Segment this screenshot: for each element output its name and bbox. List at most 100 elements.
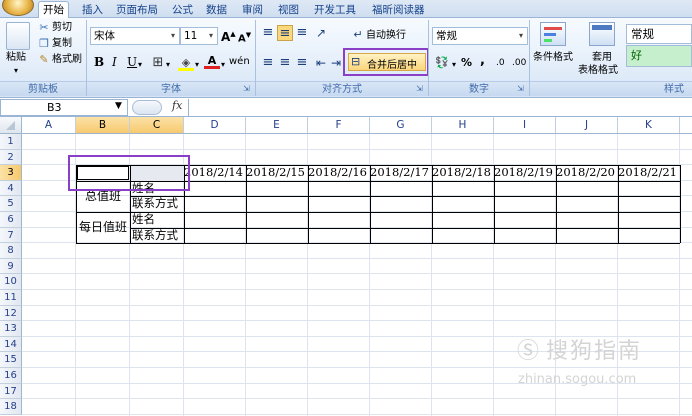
cell-F3[interactable]: 2018/2/16 — [308, 165, 367, 181]
column-header-H[interactable]: H — [432, 117, 494, 134]
font-name-select[interactable]: 宋体 — [90, 27, 180, 45]
tab-insert[interactable]: 插入 — [78, 2, 107, 18]
bold-button[interactable]: B — [94, 55, 104, 69]
row-header-11[interactable]: 11 — [0, 290, 22, 306]
increase-indent-icon[interactable]: ⇥ — [328, 55, 344, 71]
fill-color-icon[interactable]: ◈ — [178, 55, 194, 71]
decrease-decimal-button[interactable]: .00 — [512, 56, 526, 70]
fill-color-dropdown-icon[interactable]: ▾ — [195, 58, 199, 72]
office-button[interactable] — [2, 0, 34, 16]
row-header-18[interactable]: 18 — [0, 399, 22, 415]
column-header-I[interactable]: I — [494, 117, 556, 134]
cell-C7[interactable]: 联系方式 — [132, 228, 183, 244]
increase-decimal-button[interactable]: .0 — [496, 56, 505, 70]
shrink-font-button[interactable]: A▼ — [238, 28, 251, 46]
row-header-14[interactable]: 14 — [0, 336, 22, 353]
underline-button[interactable]: U — [127, 55, 137, 69]
tab-page-layout[interactable]: 页面布局 — [112, 2, 162, 18]
align-center-icon[interactable]: ≡ — [277, 55, 293, 71]
column-header-B[interactable]: B — [76, 117, 130, 134]
row-header-3[interactable]: 3 — [0, 165, 22, 181]
row-header-8[interactable]: 8 — [0, 243, 22, 259]
align-top-icon[interactable]: ≡ — [260, 25, 276, 41]
underline-dropdown-icon[interactable]: ▾ — [138, 58, 142, 72]
decrease-indent-icon[interactable]: ⇤ — [313, 55, 329, 71]
tab-home[interactable]: 开始 — [38, 1, 69, 19]
format-painter-button[interactable]: 格式刷 — [52, 53, 82, 67]
row-header-6[interactable]: 6 — [0, 212, 22, 228]
borders-dropdown-icon[interactable]: ▾ — [166, 58, 170, 72]
cell-D3[interactable]: 2018/2/14 — [184, 165, 243, 181]
formula-input[interactable] — [188, 99, 692, 116]
cell-J3[interactable]: 2018/2/20 — [556, 165, 615, 181]
format-as-table-button[interactable]: 套用 — [592, 51, 612, 65]
column-header-C[interactable]: C — [130, 117, 184, 134]
borders-icon[interactable]: ⊞ — [150, 55, 166, 71]
column-header-D[interactable]: D — [184, 117, 246, 134]
cell-G3[interactable]: 2018/2/17 — [370, 165, 429, 181]
percent-style-button[interactable]: % — [461, 56, 472, 70]
tab-review[interactable]: 审阅 — [238, 2, 267, 18]
font-dialog-launcher-icon[interactable]: ⇲ — [243, 82, 250, 96]
row-header-4[interactable]: 4 — [0, 180, 22, 197]
cell-I3[interactable]: 2018/2/19 — [494, 165, 553, 181]
row-header-17[interactable]: 17 — [0, 383, 22, 400]
column-header-K[interactable]: K — [618, 117, 680, 134]
row-header-16[interactable]: 16 — [0, 368, 22, 384]
cell-style-normal[interactable]: 常规 — [626, 24, 692, 44]
cell-C6[interactable]: 姓名 — [132, 212, 183, 228]
row-header-2[interactable]: 2 — [0, 149, 22, 166]
font-color-icon[interactable]: A — [204, 53, 220, 69]
column-header-E[interactable]: E — [246, 117, 308, 134]
tab-view[interactable]: 视图 — [274, 2, 303, 18]
italic-button[interactable]: I — [112, 55, 117, 69]
column-header-F[interactable]: F — [308, 117, 370, 134]
align-bottom-icon[interactable]: ≡ — [294, 25, 310, 41]
paste-icon[interactable] — [6, 22, 30, 50]
tab-data[interactable]: 数据 — [202, 2, 231, 18]
wrap-text-button[interactable]: 自动换行 — [366, 29, 406, 43]
conditional-formatting-icon[interactable] — [540, 22, 566, 46]
number-dialog-launcher-icon[interactable]: ⇲ — [517, 82, 524, 96]
column-header-J[interactable]: J — [556, 117, 618, 134]
font-color-dropdown-icon[interactable]: ▾ — [221, 58, 225, 72]
phonetic-guide-button[interactable]: wén — [229, 55, 250, 69]
row-header-1[interactable]: 1 — [0, 134, 22, 150]
row-header-13[interactable]: 13 — [0, 321, 22, 337]
alignment-dialog-launcher-icon[interactable]: ⇲ — [416, 82, 423, 96]
currency-dropdown-icon[interactable]: ▾ — [452, 58, 456, 72]
comma-style-button[interactable]: , — [480, 54, 485, 68]
column-header-A[interactable]: A — [22, 117, 76, 134]
format-as-table-icon[interactable] — [589, 22, 615, 46]
number-format-select[interactable]: 常规 — [432, 27, 528, 45]
conditional-formatting-button[interactable]: 条件格式 — [533, 51, 573, 65]
row-header-10[interactable]: 10 — [0, 274, 22, 290]
formula-scroll-handle[interactable] — [132, 100, 162, 115]
cell-K3[interactable]: 2018/2/21 — [618, 165, 677, 181]
cell-style-good[interactable]: 好 — [626, 45, 692, 67]
cell-B6[interactable]: 每日值班 — [76, 212, 130, 243]
cut-button[interactable]: 剪切 — [52, 21, 72, 35]
cell-C5[interactable]: 联系方式 — [132, 196, 183, 212]
name-box[interactable]: B3 ▼ — [0, 99, 128, 116]
align-left-icon[interactable]: ≡ — [260, 55, 276, 71]
row-header-15[interactable]: 15 — [0, 352, 22, 368]
format-as-table-label[interactable]: 表格格式 — [578, 64, 618, 78]
tab-formulas[interactable]: 公式 — [168, 2, 197, 18]
row-header-9[interactable]: 9 — [0, 258, 22, 275]
insert-function-icon[interactable]: fx — [172, 99, 182, 112]
orientation-icon[interactable]: ↗ — [313, 25, 329, 41]
row-header-7[interactable]: 7 — [0, 227, 22, 244]
cell-E3[interactable]: 2018/2/15 — [246, 165, 305, 181]
align-right-icon[interactable]: ≡ — [294, 55, 310, 71]
cell-H3[interactable]: 2018/2/18 — [432, 165, 491, 181]
paste-button[interactable]: 粘贴 — [6, 51, 26, 65]
column-header-G[interactable]: G — [370, 117, 432, 134]
paste-dropdown-icon[interactable]: ▾ — [14, 64, 18, 78]
chevron-down-icon[interactable]: ▼ — [115, 101, 122, 111]
row-header-5[interactable]: 5 — [0, 196, 22, 212]
align-middle-icon[interactable]: ≡ — [277, 25, 293, 41]
currency-icon[interactable]: 💱 — [434, 55, 450, 71]
tab-foxit-reader[interactable]: 福昕阅读器 — [368, 2, 429, 18]
row-header-12[interactable]: 12 — [0, 305, 22, 322]
